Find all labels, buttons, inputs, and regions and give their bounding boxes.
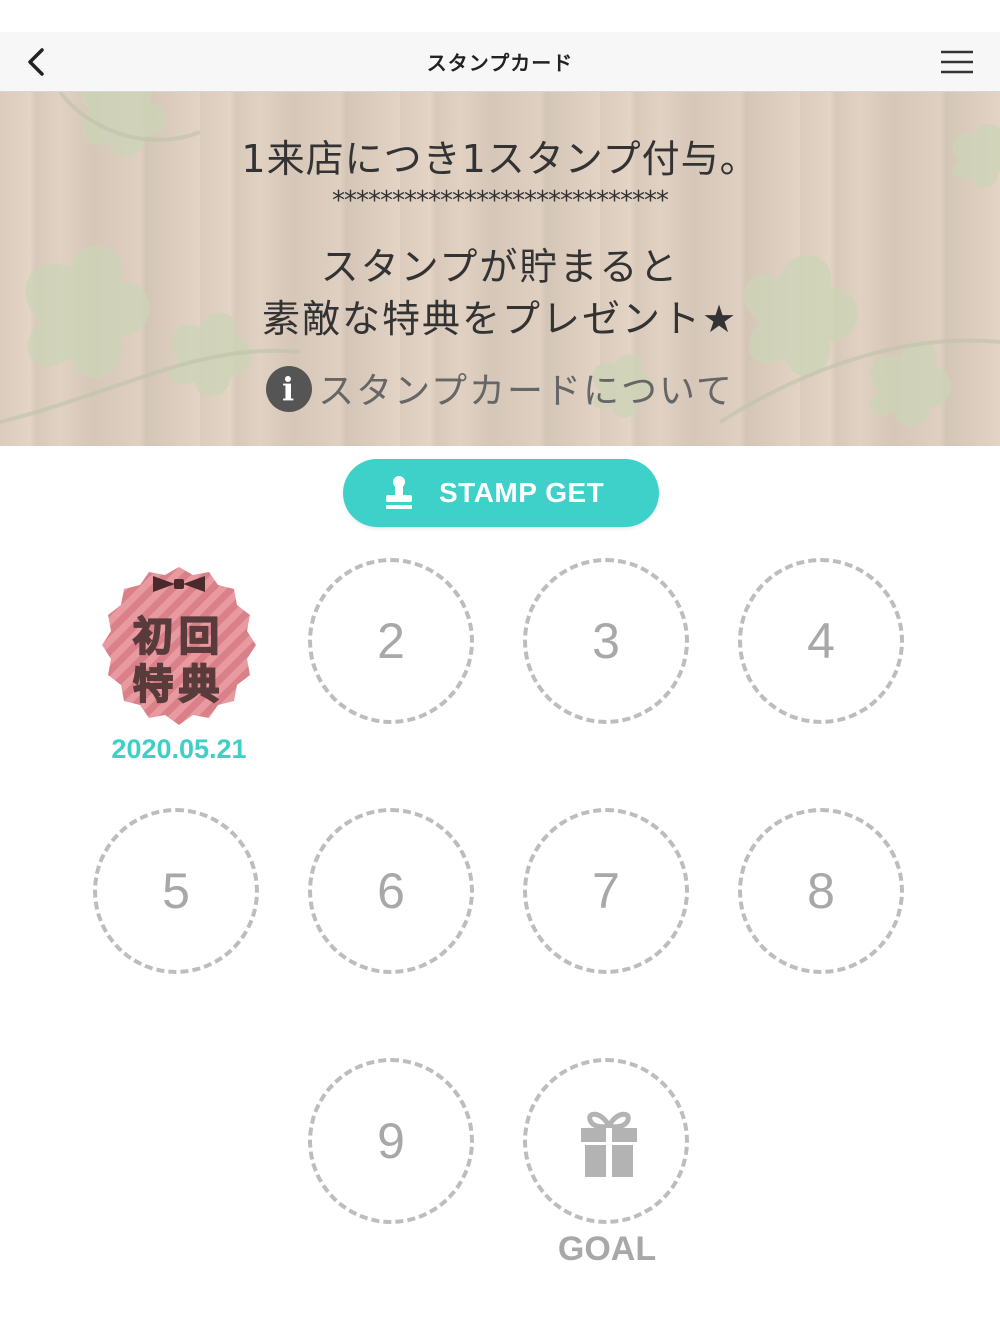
about-link-label: スタンプカードについて bbox=[318, 371, 734, 412]
hamburger-menu-icon[interactable] bbox=[938, 44, 976, 80]
hero-banner: 1来店につき1スタンプ付与。 *************************… bbox=[0, 92, 1000, 446]
stamp-slot-2: 2 bbox=[308, 558, 474, 724]
navigation-bar: スタンプカード bbox=[0, 32, 1000, 92]
stamp-slot-number: 5 bbox=[162, 863, 190, 919]
stamp-slot-number: 2 bbox=[377, 613, 405, 669]
stamp-icon bbox=[386, 476, 412, 509]
page-title: スタンプカード bbox=[426, 51, 574, 75]
stamp-slot-number: 7 bbox=[592, 863, 620, 919]
stamp-slot-number: 6 bbox=[377, 863, 405, 919]
stamp-slot-5: 5 bbox=[93, 808, 259, 974]
first-stamp-label-line2: 特典 bbox=[132, 661, 225, 709]
gift-icon bbox=[581, 1111, 637, 1177]
stamp-slot-9: 9 bbox=[308, 1058, 474, 1224]
stamp-slot-6: 6 bbox=[308, 808, 474, 974]
about-stamp-card-link[interactable]: i スタンプカードについて bbox=[0, 362, 1000, 416]
hero-line-1: 1来店につき1スタンプ付与。 bbox=[241, 137, 759, 181]
stamp-get-button[interactable]: STAMP GET bbox=[343, 459, 659, 527]
stamp-slot-goal bbox=[523, 1058, 689, 1224]
hero-divider-stars: **************************** bbox=[332, 186, 669, 216]
hero-line-3: 素敵な特典をプレゼント★ bbox=[261, 297, 739, 341]
stamp-slot-7: 7 bbox=[523, 808, 689, 974]
stamp-get-label: STAMP GET bbox=[439, 477, 605, 508]
info-icon: i bbox=[266, 366, 313, 412]
hero-line-2: スタンプが貯まると bbox=[320, 245, 680, 289]
stamp-slot-4: 4 bbox=[738, 558, 904, 724]
stamp-date: 2020.05.21 bbox=[111, 734, 247, 764]
status-bar bbox=[0, 0, 1000, 32]
stamp-slot-number: 9 bbox=[377, 1113, 405, 1169]
stamp-slot-number: 4 bbox=[807, 613, 835, 669]
stamp-slot-3: 3 bbox=[523, 558, 689, 724]
goal-label: GOAL bbox=[557, 1230, 657, 1268]
stamp-slot-number: 8 bbox=[807, 863, 835, 919]
stamp-slot-8: 8 bbox=[738, 808, 904, 974]
stamp-slot-number: 3 bbox=[592, 613, 620, 669]
